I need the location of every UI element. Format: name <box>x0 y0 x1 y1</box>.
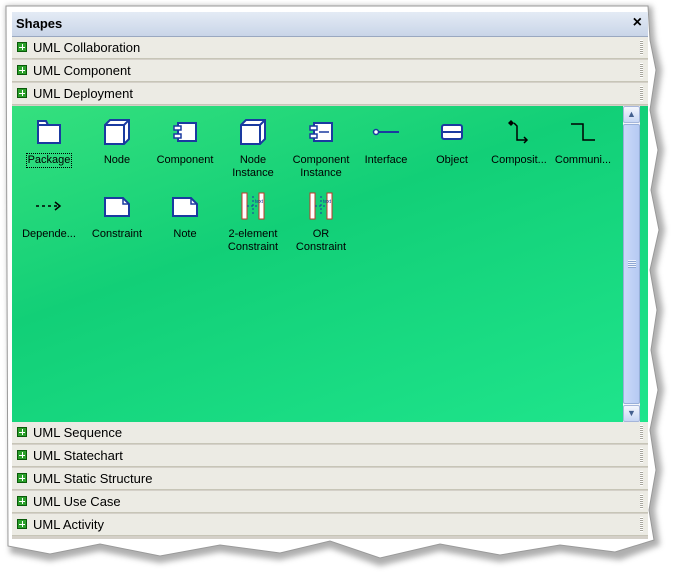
grip-icon <box>640 494 643 509</box>
constraint-icon-text: text <box>323 199 332 205</box>
interface-icon <box>372 128 399 136</box>
shapes-panel: Shapes × UML Collaboration UML Component… <box>12 12 648 539</box>
shape-object[interactable]: Object <box>417 116 487 167</box>
grip-icon <box>628 260 636 268</box>
panel-title: Shapes <box>16 16 63 31</box>
object-icon <box>441 124 463 140</box>
composition-icon <box>508 120 529 144</box>
stencil-icon <box>17 88 27 98</box>
category-uml-deployment[interactable]: UML Deployment <box>12 83 648 105</box>
shape-label: Component <box>156 154 214 166</box>
stencil-icon <box>17 65 27 75</box>
vertical-scrollbar[interactable]: ▲ ▼ <box>623 106 640 422</box>
scroll-down-button[interactable]: ▼ <box>623 405 640 422</box>
grip-icon <box>640 63 643 78</box>
node-instance-icon <box>240 119 266 145</box>
shape-label: Interface <box>364 154 408 166</box>
shape-interface[interactable]: Interface <box>351 116 421 167</box>
shape-two-element-constraint[interactable]: text 2-element Constraint <box>218 190 288 254</box>
category-label: UML Sequence <box>33 425 123 440</box>
stencil-shapes-area: Package Node Component Node Instance Com… <box>12 106 648 422</box>
stencil-icon <box>17 427 27 437</box>
grip-icon <box>640 86 643 101</box>
shape-package[interactable]: Package <box>14 116 84 168</box>
stencil-icon <box>17 519 27 529</box>
shape-label: 2-element Constraint <box>227 228 279 253</box>
category-uml-component[interactable]: UML Component <box>12 60 648 82</box>
stencil-icon <box>17 473 27 483</box>
shape-label: Node Instance <box>232 154 274 179</box>
category-uml-static-structure[interactable]: UML Static Structure <box>12 468 648 490</box>
category-label: UML Statechart <box>33 448 123 463</box>
grip-icon <box>640 425 643 440</box>
note-icon <box>172 197 198 217</box>
shape-constraint[interactable]: Constraint <box>82 190 152 241</box>
category-label: UML Collaboration <box>33 40 141 55</box>
category-label: UML Component <box>33 63 131 78</box>
shape-label: Component Instance <box>292 154 350 179</box>
category-label: UML Deployment <box>33 86 133 101</box>
shape-component[interactable]: Component <box>150 116 220 167</box>
constraint-icon-text: text <box>255 199 264 205</box>
category-uml-activity[interactable]: UML Activity <box>12 514 648 536</box>
shape-label: Depende... <box>22 228 76 240</box>
category-uml-statechart[interactable]: UML Statechart <box>12 445 648 467</box>
shape-node[interactable]: Node <box>82 116 152 167</box>
shape-label: Object <box>436 154 468 166</box>
or-constraint-icon: text <box>309 192 333 220</box>
grip-icon <box>640 40 643 55</box>
stencil-icon <box>17 496 27 506</box>
grip-icon <box>640 448 643 463</box>
shape-label: Communi... <box>554 154 612 166</box>
close-icon[interactable]: × <box>633 14 642 32</box>
shape-note[interactable]: Note <box>150 190 220 241</box>
shape-or-constraint[interactable]: text OR Constraint <box>286 190 356 254</box>
shape-label: Composit... <box>491 154 547 166</box>
shape-component-instance[interactable]: Component Instance <box>286 116 356 180</box>
shape-label: Note <box>173 228 197 240</box>
stencil-icon <box>17 42 27 52</box>
category-uml-sequence[interactable]: UML Sequence <box>12 422 648 444</box>
dependency-icon <box>36 201 62 211</box>
component-icon <box>173 122 197 142</box>
shape-composition[interactable]: Composit... <box>484 116 554 167</box>
constraint-icon <box>104 197 130 217</box>
grip-icon <box>640 471 643 486</box>
node-icon <box>104 119 130 145</box>
shape-label: Node <box>103 154 131 166</box>
shape-label: Constraint <box>91 228 143 240</box>
category-label: UML Activity <box>33 517 105 532</box>
category-uml-use-case[interactable]: UML Use Case <box>12 491 648 513</box>
shape-node-instance[interactable]: Node Instance <box>218 116 288 180</box>
panel-titlebar: Shapes × <box>12 12 648 37</box>
communication-icon <box>571 123 595 141</box>
package-icon <box>37 120 61 144</box>
category-label: UML Use Case <box>33 494 121 509</box>
shape-label: Package <box>25 153 73 168</box>
shape-dependency[interactable]: Depende... <box>14 190 84 241</box>
scroll-thumb[interactable] <box>623 124 640 404</box>
shape-communication[interactable]: Communi... <box>548 116 618 167</box>
stencil-icon <box>17 450 27 460</box>
grip-icon <box>640 517 643 532</box>
shape-label: OR Constraint <box>295 228 347 253</box>
category-uml-collaboration[interactable]: UML Collaboration <box>12 37 648 59</box>
category-label: UML Static Structure <box>33 471 153 486</box>
scroll-up-button[interactable]: ▲ <box>623 106 640 123</box>
two-element-constraint-icon: text <box>241 192 265 220</box>
component-instance-icon <box>309 122 333 142</box>
